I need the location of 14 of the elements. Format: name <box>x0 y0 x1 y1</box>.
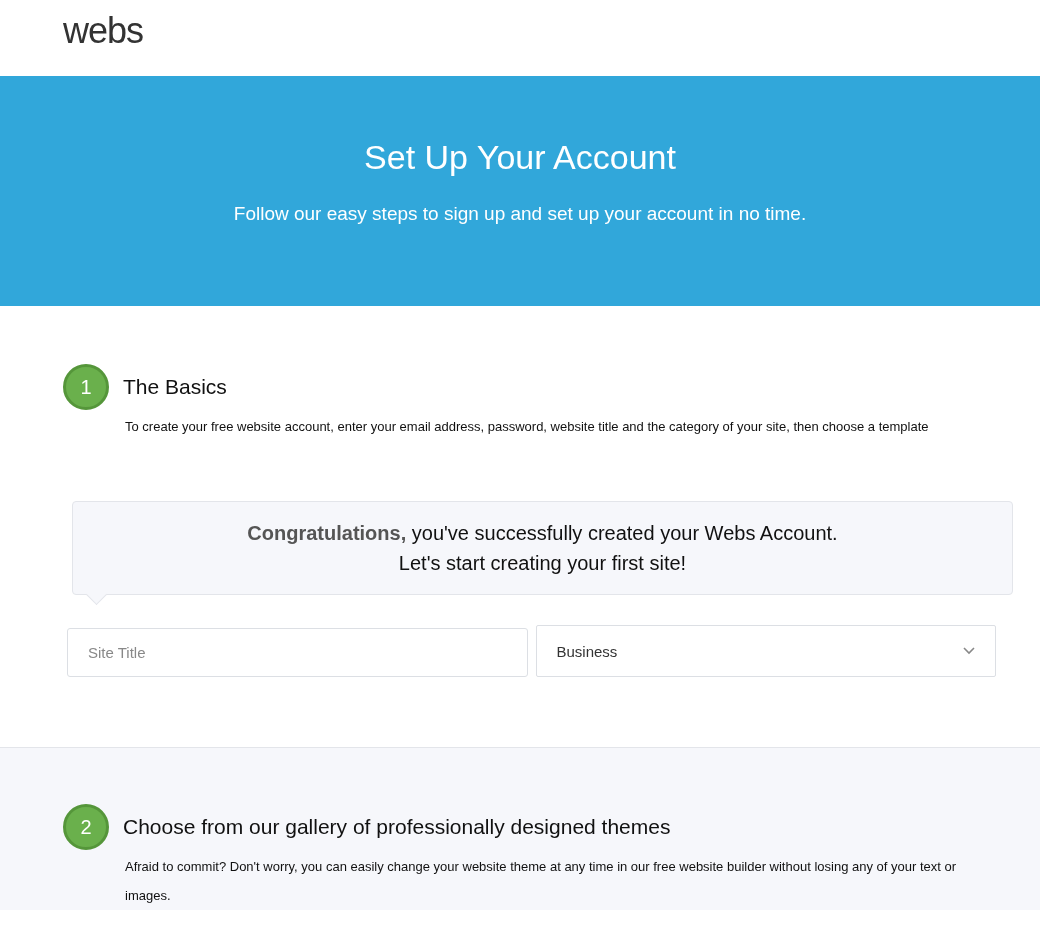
step-number: 2 <box>63 804 109 850</box>
message-text: Congratulations, you've successfully created your Webs Account. <box>247 521 838 546</box>
chevron-down-icon <box>963 647 975 655</box>
webs-logo[interactable]: webs <box>63 10 144 52</box>
step-title: The Basics <box>123 375 227 399</box>
hero-title: Set Up Your Account <box>364 138 676 177</box>
hero-subtitle: Follow our easy steps to sign up and set up your account in no time. <box>233 203 807 225</box>
message-text: Let's start creating your first site! <box>398 551 687 576</box>
step-description: Afraid to commit? Don't worry, you can easily change your website theme at any time in our free website builder without losing any of your text or images. <box>125 858 958 905</box>
category-select[interactable]: Business <box>535 625 996 677</box>
step-title: Choose from our gallery of professionally designed themes <box>123 815 671 839</box>
step-description: To create your free website account, enter your email address, password, website title and the category of your site, then choose a template <box>125 418 930 436</box>
step-number: 1 <box>63 364 109 410</box>
site-title-field[interactable]: Site Title <box>67 628 528 677</box>
